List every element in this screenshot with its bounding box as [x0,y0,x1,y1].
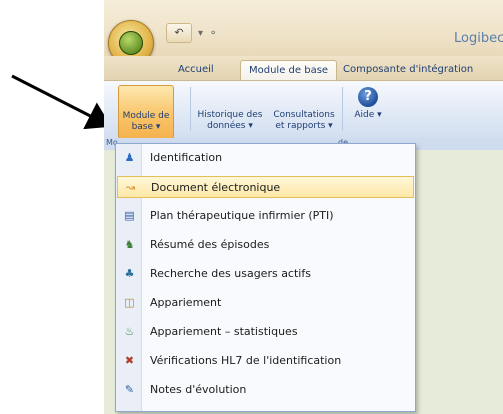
quick-access-more-icon[interactable]: ⚬ [209,28,217,39]
menu-item-identification[interactable]: ♟ Identification [117,147,414,169]
menu-item-verifications-hl7[interactable]: ✖ Vérifications HL7 de l'identification [117,350,414,372]
module-de-base-button[interactable]: Module de base ▾ [118,85,174,139]
menu-item-appariement-statistiques[interactable]: ♨ Appariement – statistiques [117,321,414,343]
menu-item-label: Appariement [150,296,222,309]
module-de-base-label: Module de base ▾ [122,111,170,132]
tab-module-de-base[interactable]: Module de base [240,60,338,81]
quick-access-toolbar: ↶ ▾ ⚬ [166,23,217,43]
document-icon: ▤ [124,209,135,222]
consultations-rapports-label: Consultations et rapports ▾ [273,110,335,131]
notes-icon: ✎ [124,383,135,396]
application-window: ↶ ▾ ⚬ Logibec Accueil Module de base Com… [104,0,503,414]
stethoscope-icon: ↝ [125,181,136,194]
help-icon: ? [358,87,378,107]
person-icon: ♟ [124,151,135,164]
menu-item-label: Notes d'évolution [150,383,247,396]
episodes-icon: ♞ [124,238,135,251]
menu-item-recherche-usagers[interactable]: ♣ Recherche des usagers actifs [117,263,414,285]
arrow-left [11,74,112,130]
search-users-icon: ♣ [124,267,135,280]
menu-item-pti[interactable]: ▤ Plan thérapeutique infirmier (PTI) [117,205,414,227]
ribbon-panel: Module de base ▾ Historique des données … [104,80,503,140]
quick-access-dropdown-icon[interactable]: ▾ [198,28,203,39]
menu-item-label: Vérifications HL7 de l'identification [150,354,342,367]
match-icon: ◫ [124,296,135,309]
title-bar: ↶ ▾ ⚬ Logibec [104,0,503,66]
menu-item-label: Appariement – statistiques [150,325,298,338]
historique-donnees-label: Historique des données ▾ [197,110,263,131]
ribbon-tabs: Accueil Module de base Composante d'inté… [104,56,503,81]
aide-button[interactable]: ? Aide ▾ [348,85,388,137]
ribbon-separator [190,87,191,131]
window-title: Logibec [454,31,503,46]
menu-item-label: Document électronique [151,181,281,194]
menu-item-notes-evolution[interactable]: ✎ Notes d'évolution [117,379,414,401]
consultations-rapports-button[interactable]: Consultations et rapports ▾ [268,85,340,137]
menu-item-appariement[interactable]: ◫ Appariement [117,292,414,314]
statistics-icon: ♨ [124,325,135,338]
menu-item-resume-episodes[interactable]: ♞ Résumé des épisodes [117,234,414,256]
historique-donnees-button[interactable]: Historique des données ▾ [196,85,264,137]
aide-label: Aide ▾ [354,110,382,120]
menu-item-label: Identification [150,151,223,164]
menu-item-label: Plan thérapeutique infirmier (PTI) [150,209,334,222]
undo-icon[interactable]: ↶ [166,23,192,43]
menu-item-label: Recherche des usagers actifs [150,267,311,280]
ribbon-separator [342,87,343,131]
module-de-base-dropdown-menu: ♟ Identification ↝ Document électronique… [115,143,416,412]
menu-item-document-electronique[interactable]: ↝ Document électronique [117,176,414,198]
tab-composante-integration[interactable]: Composante d'intégration [335,60,481,80]
menu-item-label: Résumé des épisodes [150,238,270,251]
hl7-check-icon: ✖ [124,354,135,367]
app-logo-icon [119,31,143,55]
tab-accueil[interactable]: Accueil [170,60,222,80]
